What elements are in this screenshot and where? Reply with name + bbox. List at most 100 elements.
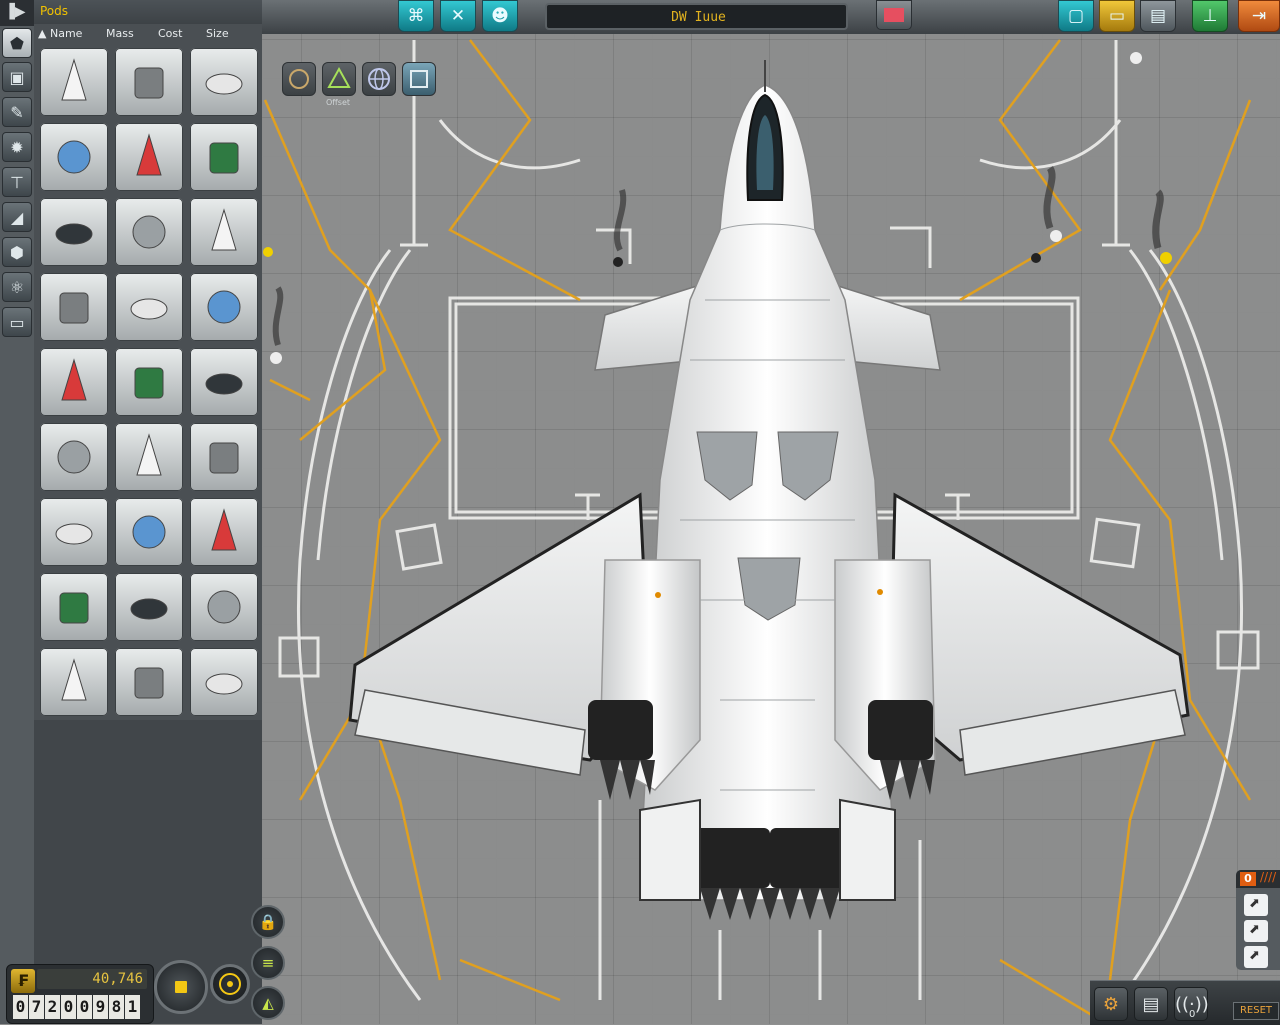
current-stage-number: 0	[1240, 872, 1256, 886]
craft-flag-button[interactable]	[876, 0, 912, 30]
sort-by-mass[interactable]: Mass	[106, 27, 134, 40]
panel-collapse-toggle[interactable]: ▐▶	[0, 0, 34, 26]
settings-button[interactable]: ⚙	[1094, 987, 1128, 1021]
girder-icon: ⊤	[10, 173, 24, 192]
part-thumbnail	[132, 215, 166, 249]
sort-row: ▲ Name Mass Cost Size	[34, 24, 262, 42]
save-craft-button[interactable]: ▤	[1140, 0, 1176, 32]
part-tile[interactable]	[115, 198, 183, 266]
angle-snap-button[interactable]	[402, 62, 436, 96]
subassembly-icon: ▭	[9, 313, 25, 332]
reset-button[interactable]: RESET	[1233, 1002, 1279, 1020]
category-science[interactable]: ⚛	[2, 272, 32, 302]
part-tile[interactable]	[40, 198, 108, 266]
part-tools-button[interactable]: ✕	[440, 0, 476, 32]
decoupler-icon: ⬈	[1249, 896, 1260, 911]
part-tile[interactable]	[190, 498, 258, 566]
utility-icon: ⬢	[10, 243, 24, 262]
craft-cost-counter: 07200981	[13, 995, 140, 1019]
part-thumbnail	[57, 140, 91, 174]
part-tile[interactable]	[115, 498, 183, 566]
part-tile[interactable]	[40, 498, 108, 566]
part-tile[interactable]	[190, 423, 258, 491]
lock-icon: 🔒	[258, 913, 278, 931]
stage-group[interactable]: ⬈	[1244, 946, 1268, 968]
parts-panel-header: Pods	[34, 0, 262, 24]
staging-panel: 0 //// ⬈ ⬈ ⬈	[1236, 870, 1280, 970]
category-engines[interactable]: ✎	[2, 97, 32, 127]
part-tile[interactable]	[190, 348, 258, 416]
action-groups-button[interactable]: ⌘	[398, 0, 434, 32]
launch-site-selector[interactable]	[210, 964, 250, 1004]
exit-editor-button[interactable]: ⇥	[1238, 0, 1280, 32]
part-tile[interactable]	[40, 348, 108, 416]
part-tile[interactable]	[115, 123, 183, 191]
new-craft-button[interactable]: ▢	[1058, 0, 1094, 32]
category-pods[interactable]: ⬟	[2, 28, 32, 58]
gear-icon: ⚙	[1102, 994, 1120, 1015]
part-thumbnail	[57, 440, 91, 474]
gizmo-icon: ⌘	[407, 6, 425, 26]
part-thumbnail	[55, 523, 93, 545]
part-tile[interactable]	[190, 48, 258, 116]
category-aero[interactable]: ◢	[2, 202, 32, 232]
part-tile[interactable]	[115, 423, 183, 491]
category-structural[interactable]: ⊤	[2, 167, 32, 197]
sort-by-name[interactable]: Name	[50, 27, 82, 40]
offset-icon	[327, 66, 351, 88]
load-craft-button[interactable]: ▭	[1099, 0, 1135, 32]
part-tile[interactable]	[115, 48, 183, 116]
place-tool-button[interactable]	[282, 62, 316, 96]
part-thumbnail	[134, 367, 164, 399]
target-icon	[219, 973, 241, 995]
stop-icon	[175, 981, 187, 993]
decoupler-icon: ⬈	[1249, 948, 1260, 963]
exit-icon: ⇥	[1251, 6, 1267, 26]
launch-pad-button[interactable]: ⊥	[1192, 0, 1228, 32]
part-tile[interactable]	[190, 273, 258, 341]
cost-digit: 9	[93, 995, 108, 1019]
crew-button[interactable]: ☻	[482, 0, 518, 32]
part-tile[interactable]	[115, 573, 183, 641]
category-subassembly[interactable]: ▭	[2, 307, 32, 337]
sort-by-cost[interactable]: Cost	[158, 27, 182, 40]
category-control[interactable]: ✹	[2, 132, 32, 162]
sort-by-size[interactable]: Size	[206, 27, 229, 40]
part-thumbnail	[205, 73, 243, 95]
part-tile[interactable]	[40, 273, 108, 341]
part-thumbnail	[136, 433, 162, 476]
part-tile[interactable]	[115, 348, 183, 416]
part-tile[interactable]	[40, 573, 108, 641]
part-tile[interactable]	[190, 648, 258, 716]
center-of-mass-button[interactable]: ◭	[251, 986, 285, 1020]
stripes-icon: ////	[1260, 870, 1277, 884]
part-tile[interactable]	[190, 573, 258, 641]
lock-button[interactable]: 🔒	[251, 905, 285, 939]
category-strip: ▐▶ ⬟ ▣ ✎ ✹ ⊤ ◢ ⬢ ⚛ ▭	[0, 0, 35, 1024]
stage-group[interactable]: ⬈	[1244, 920, 1268, 942]
category-fuel-tanks[interactable]: ▣	[2, 62, 32, 92]
cost-digit: 0	[77, 995, 92, 1019]
part-thumbnail	[61, 58, 87, 101]
offset-tool-button[interactable]	[322, 62, 356, 96]
coordinate-space-button[interactable]	[362, 62, 396, 96]
comms-count: 0	[1189, 1009, 1196, 1020]
power-icon	[289, 69, 309, 89]
part-tile[interactable]	[190, 123, 258, 191]
part-tile[interactable]	[190, 198, 258, 266]
category-utility[interactable]: ⬢	[2, 237, 32, 267]
engineer-report-button[interactable]: ≡	[251, 946, 285, 980]
tools-icon: ✕	[450, 6, 466, 26]
part-tile[interactable]	[115, 648, 183, 716]
launch-button[interactable]	[154, 960, 208, 1014]
craft-name-field[interactable]	[547, 5, 850, 30]
part-tile[interactable]	[40, 423, 108, 491]
clipboard-icon: ▤	[1142, 994, 1160, 1015]
part-tile[interactable]	[40, 123, 108, 191]
engineer-button[interactable]: ▤	[1134, 987, 1168, 1021]
part-tile[interactable]	[115, 273, 183, 341]
part-thumbnail	[205, 673, 243, 695]
stage-group[interactable]: ⬈	[1244, 894, 1268, 916]
part-tile[interactable]	[40, 48, 108, 116]
part-tile[interactable]	[40, 648, 108, 716]
